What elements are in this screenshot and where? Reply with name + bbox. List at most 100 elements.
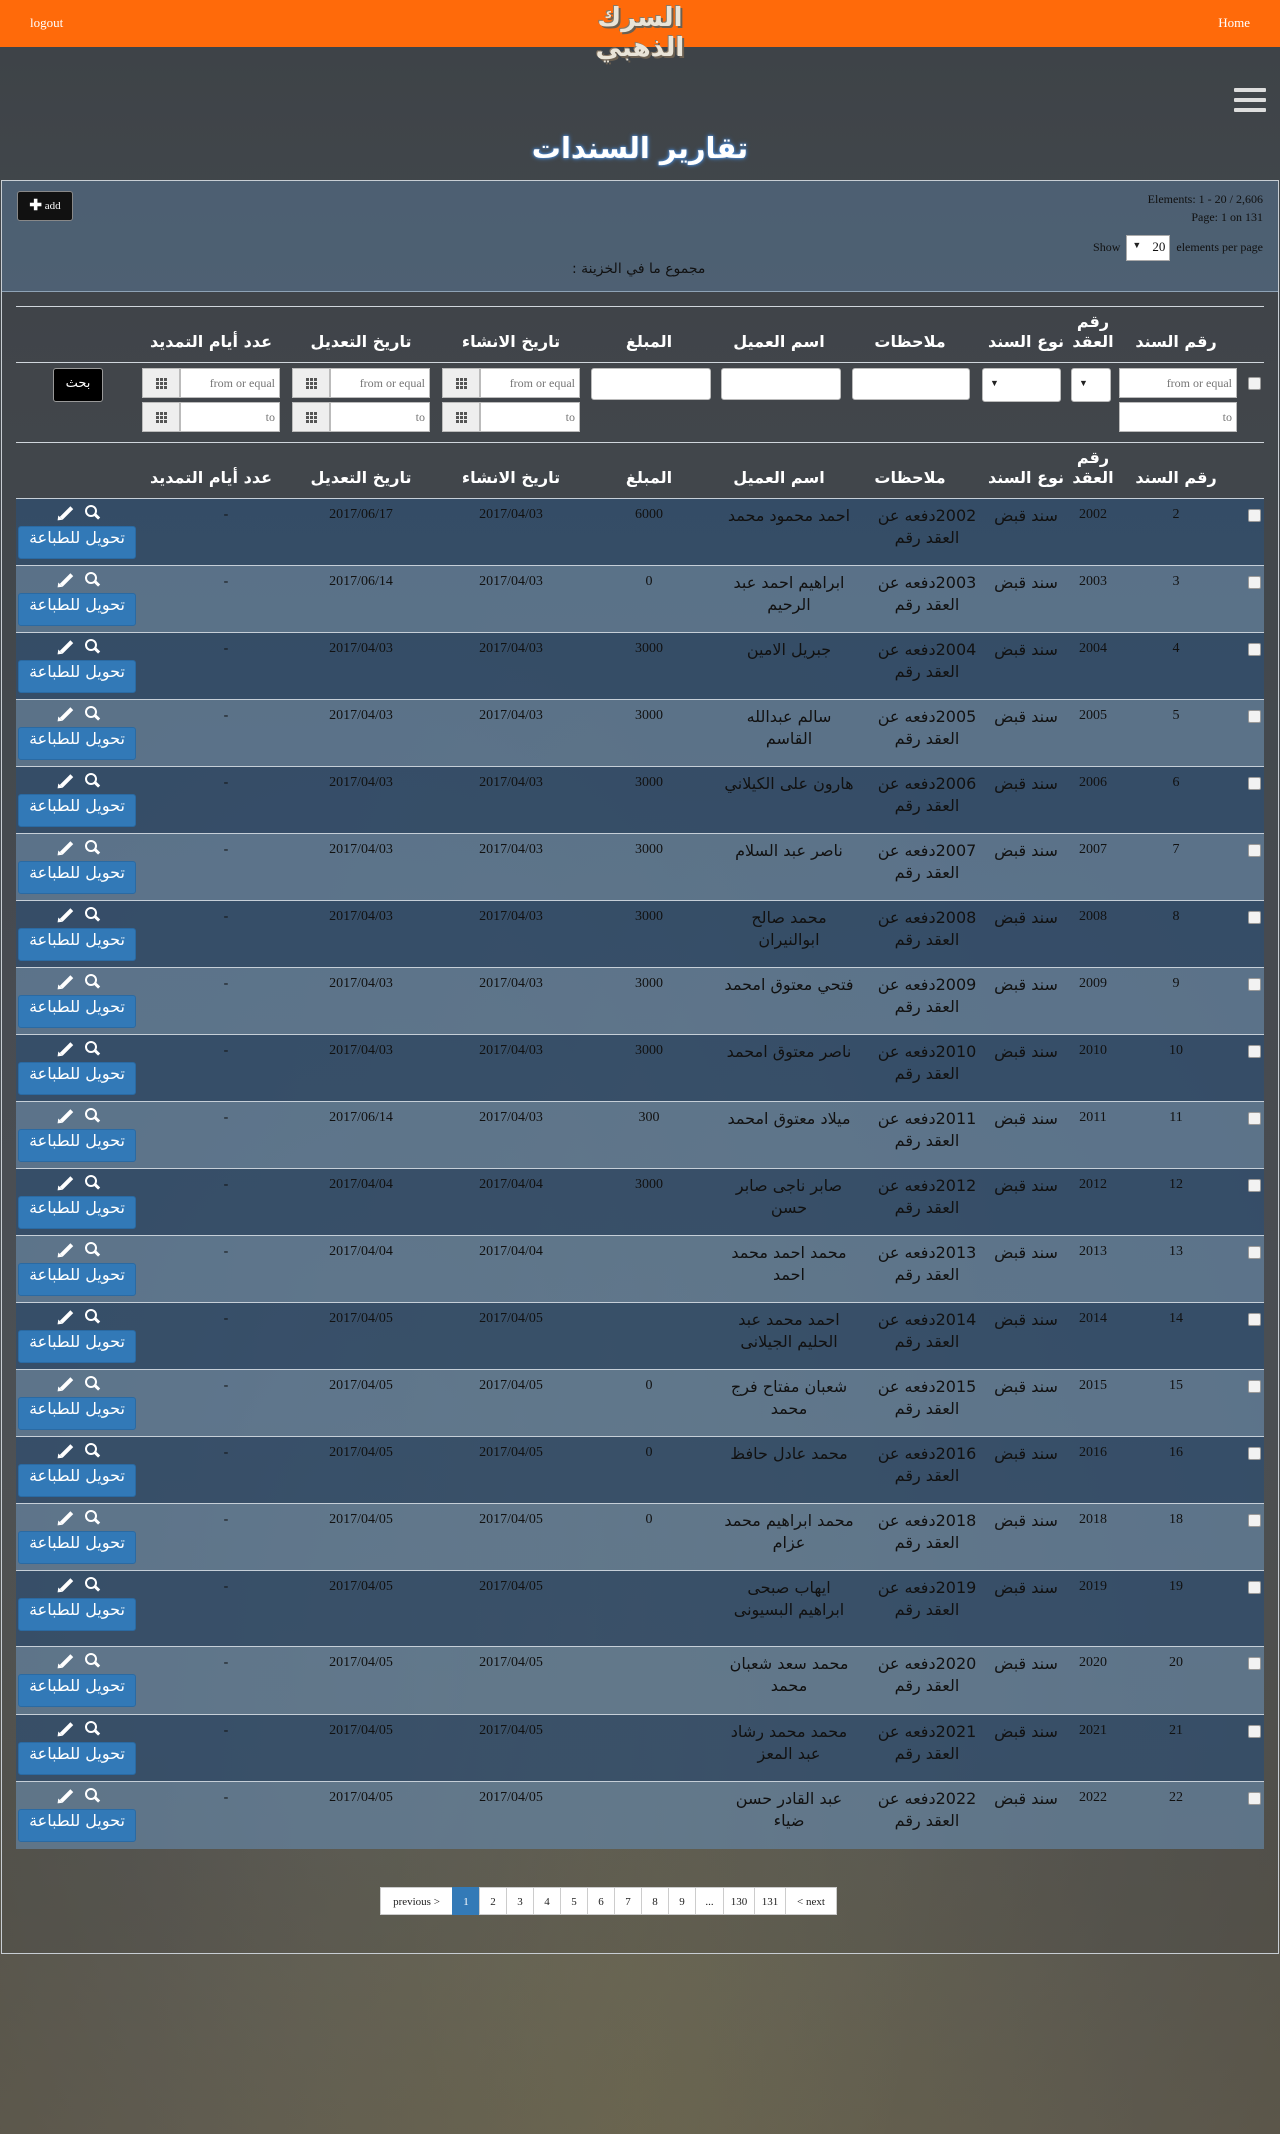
row-checkbox[interactable] xyxy=(1248,777,1261,790)
row-checkbox[interactable] xyxy=(1248,1313,1261,1326)
print-button[interactable]: تحويل للطباعة xyxy=(18,1397,136,1430)
row-checkbox[interactable] xyxy=(1248,1581,1261,1594)
filter-ext-from[interactable] xyxy=(180,368,280,398)
pagination-previous[interactable]: previous > xyxy=(380,1887,453,1915)
home-link[interactable]: Home xyxy=(1218,15,1250,31)
filter-created-from[interactable] xyxy=(480,368,580,398)
view-icon[interactable] xyxy=(83,504,103,522)
row-checkbox[interactable] xyxy=(1248,710,1261,723)
pagination-page[interactable]: 4 xyxy=(533,1887,561,1915)
filter-notes[interactable] xyxy=(852,368,970,400)
edit-icon[interactable] xyxy=(56,1720,76,1738)
print-button[interactable]: تحويل للطباعة xyxy=(18,1809,136,1842)
view-icon[interactable] xyxy=(83,1040,103,1058)
print-button[interactable]: تحويل للطباعة xyxy=(18,1674,136,1707)
view-icon[interactable] xyxy=(83,1107,103,1125)
edit-icon[interactable] xyxy=(56,839,76,857)
row-checkbox[interactable] xyxy=(1248,1792,1261,1805)
row-checkbox[interactable] xyxy=(1248,1112,1261,1125)
view-icon[interactable] xyxy=(83,1576,103,1594)
add-button[interactable]: ✚ add xyxy=(17,191,73,221)
row-checkbox[interactable] xyxy=(1248,643,1261,656)
print-button[interactable]: تحويل للطباعة xyxy=(18,1598,136,1631)
edit-icon[interactable] xyxy=(56,571,76,589)
view-icon[interactable] xyxy=(83,1442,103,1460)
print-button[interactable]: تحويل للطباعة xyxy=(18,593,136,626)
print-button[interactable]: تحويل للطباعة xyxy=(18,727,136,760)
filter-ext-to[interactable] xyxy=(180,402,280,432)
filter-modified-to[interactable] xyxy=(330,402,430,432)
filter-bond-from[interactable] xyxy=(1119,368,1237,398)
calendar-icon[interactable] xyxy=(442,402,480,432)
view-icon[interactable] xyxy=(83,839,103,857)
row-checkbox[interactable] xyxy=(1248,844,1261,857)
filter-contract-select[interactable]: ▼ xyxy=(1071,368,1111,402)
edit-icon[interactable] xyxy=(56,1241,76,1259)
print-button[interactable]: تحويل للطباعة xyxy=(18,1129,136,1162)
view-icon[interactable] xyxy=(83,705,103,723)
row-checkbox[interactable] xyxy=(1248,509,1261,522)
view-icon[interactable] xyxy=(83,1720,103,1738)
edit-icon[interactable] xyxy=(56,1576,76,1594)
edit-icon[interactable] xyxy=(56,1787,76,1805)
select-all-checkbox[interactable] xyxy=(1248,377,1261,390)
view-icon[interactable] xyxy=(83,772,103,790)
row-checkbox[interactable] xyxy=(1248,1380,1261,1393)
pagination-page[interactable]: 1 xyxy=(452,1887,480,1915)
print-button[interactable]: تحويل للطباعة xyxy=(18,928,136,961)
per-page-select[interactable]: ▼ 20 xyxy=(1126,235,1171,261)
pagination-page[interactable]: 2 xyxy=(479,1887,507,1915)
edit-icon[interactable] xyxy=(56,504,76,522)
pagination-page[interactable]: 5 xyxy=(560,1887,588,1915)
view-icon[interactable] xyxy=(83,1174,103,1192)
filter-client[interactable] xyxy=(721,368,841,400)
pagination-page[interactable]: 131 xyxy=(754,1887,786,1915)
search-button[interactable]: بحث xyxy=(53,368,103,402)
print-button[interactable]: تحويل للطباعة xyxy=(18,660,136,693)
edit-icon[interactable] xyxy=(56,638,76,656)
edit-icon[interactable] xyxy=(56,1375,76,1393)
pagination-page[interactable]: 8 xyxy=(641,1887,669,1915)
pagination-page[interactable]: 7 xyxy=(614,1887,642,1915)
print-button[interactable]: تحويل للطباعة xyxy=(18,1330,136,1363)
print-button[interactable]: تحويل للطباعة xyxy=(18,1196,136,1229)
filter-bond-to[interactable] xyxy=(1119,402,1237,432)
pagination-page[interactable]: ... xyxy=(695,1887,724,1915)
row-checkbox[interactable] xyxy=(1248,1246,1261,1259)
view-icon[interactable] xyxy=(83,1308,103,1326)
print-button[interactable]: تحويل للطباعة xyxy=(18,1531,136,1564)
edit-icon[interactable] xyxy=(56,1174,76,1192)
view-icon[interactable] xyxy=(83,906,103,924)
row-checkbox[interactable] xyxy=(1248,576,1261,589)
view-icon[interactable] xyxy=(83,1787,103,1805)
print-button[interactable]: تحويل للطباعة xyxy=(18,1742,136,1775)
print-button[interactable]: تحويل للطباعة xyxy=(18,1464,136,1497)
edit-icon[interactable] xyxy=(56,772,76,790)
calendar-icon[interactable] xyxy=(442,368,480,398)
menu-icon[interactable] xyxy=(1234,88,1266,112)
row-checkbox[interactable] xyxy=(1248,1657,1261,1670)
print-button[interactable]: تحويل للطباعة xyxy=(18,794,136,827)
print-button[interactable]: تحويل للطباعة xyxy=(18,526,136,559)
pagination-page[interactable]: 6 xyxy=(587,1887,615,1915)
pagination-page[interactable]: 130 xyxy=(723,1887,755,1915)
row-checkbox[interactable] xyxy=(1248,1179,1261,1192)
logout-link[interactable]: logout xyxy=(30,15,63,31)
view-icon[interactable] xyxy=(83,638,103,656)
edit-icon[interactable] xyxy=(56,1652,76,1670)
print-button[interactable]: تحويل للطباعة xyxy=(18,995,136,1028)
row-checkbox[interactable] xyxy=(1248,911,1261,924)
filter-amount[interactable] xyxy=(591,368,711,400)
row-checkbox[interactable] xyxy=(1248,1045,1261,1058)
view-icon[interactable] xyxy=(83,571,103,589)
view-icon[interactable] xyxy=(83,1509,103,1527)
calendar-icon[interactable] xyxy=(292,402,330,432)
edit-icon[interactable] xyxy=(56,705,76,723)
edit-icon[interactable] xyxy=(56,973,76,991)
filter-created-to[interactable] xyxy=(480,402,580,432)
row-checkbox[interactable] xyxy=(1248,1514,1261,1527)
view-icon[interactable] xyxy=(83,1652,103,1670)
pagination-page[interactable]: 3 xyxy=(506,1887,534,1915)
row-checkbox[interactable] xyxy=(1248,1447,1261,1460)
edit-icon[interactable] xyxy=(56,1040,76,1058)
